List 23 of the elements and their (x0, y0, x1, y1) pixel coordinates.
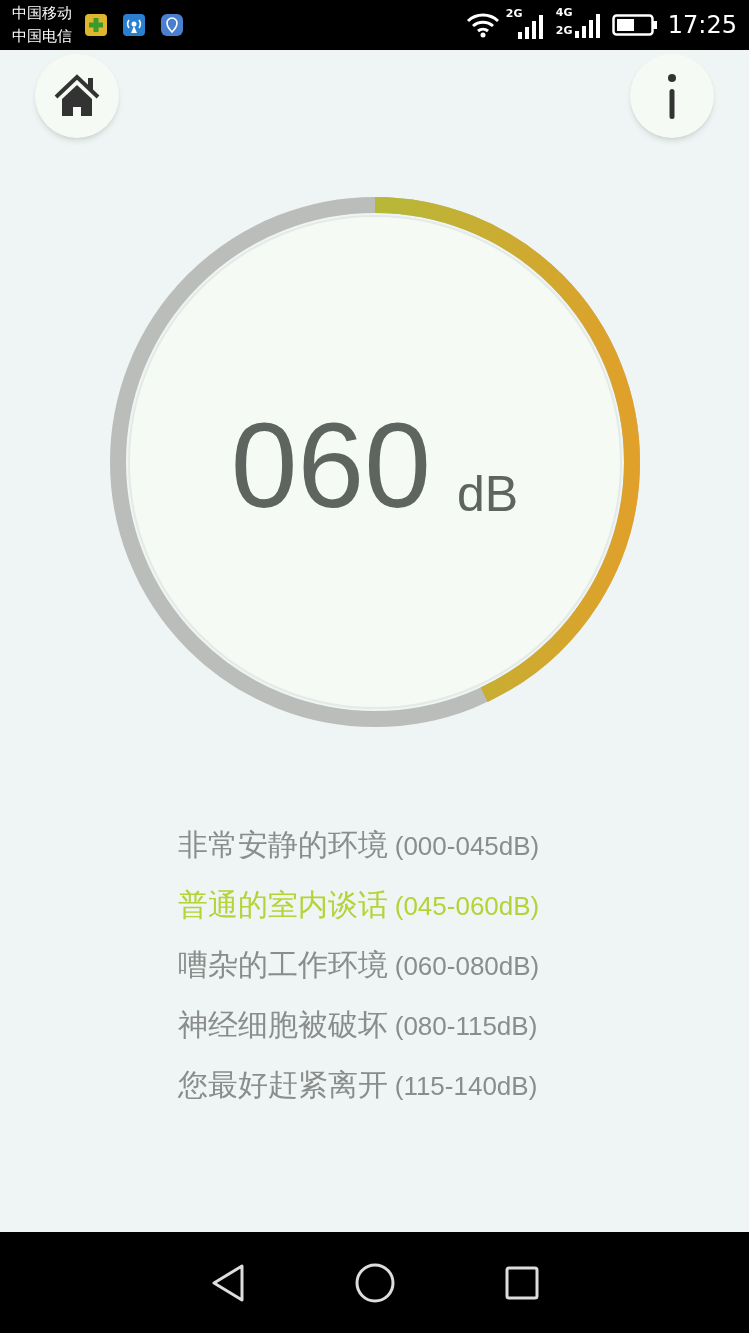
location-icon (160, 13, 184, 37)
wifi-icon (465, 12, 500, 38)
network-type-label: 2G (505, 8, 523, 19)
battery-icon (611, 13, 658, 37)
decibel-unit: dB (457, 469, 519, 519)
network-type-label: 4G (555, 7, 573, 18)
noise-range-text: 神经细胞被破坏 (080-115dB) (177, 1007, 539, 1044)
clock-time: 17:25 (667, 10, 737, 41)
recents-icon[interactable] (504, 1265, 539, 1300)
app-icon (84, 13, 108, 37)
decibel-reading: 060 (230, 405, 431, 525)
carrier-name: 中国移动 (12, 3, 72, 24)
network-type-label: 2G (555, 25, 573, 36)
noise-range-text: 您最好赶紧离开 (115-140dB) (177, 1067, 539, 1104)
noise-range-text: 嘈杂的工作环境 (060-080dB) (177, 947, 541, 984)
back-icon[interactable] (210, 1263, 245, 1302)
home-circle-icon[interactable] (354, 1262, 395, 1303)
carrier-name: 中国电信 (12, 26, 72, 47)
noise-range-text: 普通的室内谈话 (045-060dB) (177, 887, 541, 924)
noise-range-text: 非常安静的环境 (000-045dB) (177, 827, 541, 864)
signal-icon (573, 13, 600, 39)
info-icon (666, 73, 678, 119)
broadcast-icon (122, 13, 146, 37)
